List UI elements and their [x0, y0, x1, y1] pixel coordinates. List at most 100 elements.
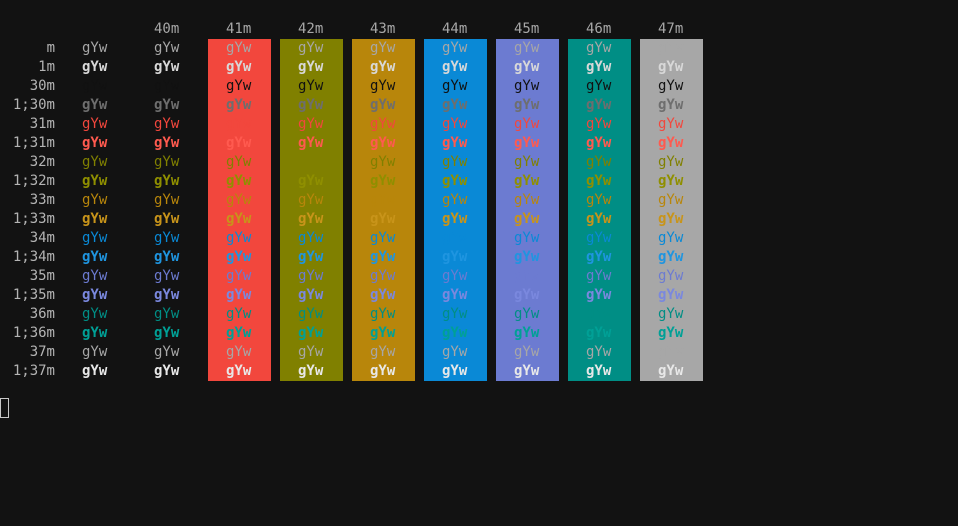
- sample-text-35m-44m: gYw: [442, 268, 468, 284]
- sample-text-34m-44m: gYw: [442, 230, 468, 246]
- sample-text-34m-40m: gYw: [154, 230, 180, 246]
- sample-text-1-31m-40m: gYw: [154, 135, 180, 151]
- sample-text-34m-43m: gYw: [370, 230, 396, 246]
- sample-text-1-32m-41m: gYw: [226, 173, 252, 189]
- sample-text-1-34m-default: gYw: [82, 249, 108, 265]
- sample-text-33m-43m: gYw: [370, 192, 396, 208]
- sample-text-1-30m-default: gYw: [82, 97, 108, 113]
- sample-text-35m-43m: gYw: [370, 268, 396, 284]
- sample-text-32m-40m: gYw: [154, 154, 180, 170]
- sample-text-33m-42m: gYw: [298, 192, 324, 208]
- row-label-36m: 36m: [29, 306, 55, 322]
- sample-text-1-36m-46m: gYw: [586, 325, 612, 341]
- sample-text-1-33m-43m: gYw: [370, 211, 396, 227]
- sample-text-1-34m-44m: gYw: [442, 249, 468, 265]
- sample-text-1-31m-45m: gYw: [514, 135, 540, 151]
- sample-text-1-30m-40m: gYw: [154, 97, 180, 113]
- sample-text-m-42m: gYw: [298, 40, 324, 56]
- sample-text-1-30m-47m: gYw: [658, 97, 684, 113]
- sample-text-1-34m-43m: gYw: [370, 249, 396, 265]
- sample-text-1-32m-42m: gYw: [298, 173, 324, 189]
- sample-text-31m-47m: gYw: [658, 116, 684, 132]
- sample-text-37m-44m: gYw: [442, 344, 468, 360]
- sample-text-1-37m-default: gYw: [82, 363, 108, 379]
- sample-text-34m-default: gYw: [82, 230, 108, 246]
- row-label-30m: 30m: [29, 78, 55, 94]
- sample-text-33m-47m: gYw: [658, 192, 684, 208]
- sample-text-33m-44m: gYw: [442, 192, 468, 208]
- sample-text-1-36m-default: gYw: [82, 325, 108, 341]
- sample-text-1-37m-47m: gYw: [658, 363, 684, 379]
- sample-text-32m-42m: gYw: [298, 154, 324, 170]
- sample-text-1-31m-46m: gYw: [586, 135, 612, 151]
- sample-text-30m-46m: gYw: [586, 78, 612, 94]
- sample-text-1-35m-46m: gYw: [586, 287, 612, 303]
- terminal-window[interactable]: 40m 41m 42m 43m 44m 45m 46m 47m m gYw gYw gYw gYw gYw…: [0, 0, 958, 526]
- sample-text-1-35m-45m: gYw: [514, 287, 540, 303]
- column-header-44m: 44m: [442, 21, 468, 37]
- sample-text-1-32m-47m: gYw: [658, 173, 684, 189]
- sample-text-1m-45m: gYw: [514, 59, 540, 75]
- sample-text-1-37m-41m: gYw: [226, 363, 252, 379]
- sample-text-32m-44m: gYw: [442, 154, 468, 170]
- sample-text-1-36m-47m: gYw: [658, 325, 684, 341]
- sample-text-33m-default: gYw: [82, 192, 108, 208]
- row-label-32m: 32m: [29, 154, 55, 170]
- row-label-1-36m: 1;36m: [12, 325, 55, 341]
- sample-text-1-32m-46m: gYw: [586, 173, 612, 189]
- sample-text-32m-47m: gYw: [658, 154, 684, 170]
- sample-text-1-31m-41m: gYw: [226, 135, 252, 151]
- sample-text-1-33m-46m: gYw: [586, 211, 612, 227]
- sample-text-37m-40m: gYw: [154, 344, 180, 360]
- sample-text-34m-46m: gYw: [586, 230, 612, 246]
- sample-text-1-35m-default: gYw: [82, 287, 108, 303]
- sample-text-35m-42m: gYw: [298, 268, 324, 284]
- sample-text-1-32m-45m: gYw: [514, 173, 540, 189]
- row-label-33m: 33m: [29, 192, 55, 208]
- sample-text-31m-default: gYw: [82, 116, 108, 132]
- sample-text-m-default: gYw: [82, 40, 108, 56]
- sample-text-30m-45m: gYw: [514, 78, 540, 94]
- sample-text-1-35m-40m: gYw: [154, 287, 180, 303]
- sample-text-35m-41m: gYw: [226, 268, 252, 284]
- sample-text-37m-default: gYw: [82, 344, 108, 360]
- sample-text-1-31m-42m: gYw: [298, 135, 324, 151]
- sample-text-m-47m: gYw: [658, 40, 684, 56]
- sample-text-1-31m-47m: gYw: [658, 135, 684, 151]
- sample-text-1-37m-45m: gYw: [514, 363, 540, 379]
- sample-text-1-33m-47m: gYw: [658, 211, 684, 227]
- sample-text-1-33m-40m: gYw: [154, 211, 180, 227]
- row-label-1m: 1m: [38, 59, 55, 75]
- sample-text-30m-40m: gYw: [154, 78, 180, 94]
- sample-text-1m-44m: gYw: [442, 59, 468, 75]
- sample-text-36m-43m: gYw: [370, 306, 396, 322]
- column-header-40m: 40m: [154, 21, 180, 37]
- sample-text-1-32m-default: gYw: [82, 173, 108, 189]
- sample-text-1-36m-45m: gYw: [514, 325, 540, 341]
- column-header-41m: 41m: [226, 21, 252, 37]
- sample-text-1-31m-43m: gYw: [370, 135, 396, 151]
- sample-text-m-40m: gYw: [154, 40, 180, 56]
- sample-text-33m-46m: gYw: [586, 192, 612, 208]
- sample-text-35m-45m: gYw: [514, 268, 540, 284]
- sample-text-37m-43m: gYw: [370, 344, 396, 360]
- row-label-31m: 31m: [29, 116, 55, 132]
- sample-text-36m-41m: gYw: [226, 306, 252, 322]
- sample-text-1-32m-40m: gYw: [154, 173, 180, 189]
- sample-text-1-37m-46m: gYw: [586, 363, 612, 379]
- sample-text-1-33m-44m: gYw: [442, 211, 468, 227]
- sample-text-1-30m-45m: gYw: [514, 97, 540, 113]
- sample-text-32m-46m: gYw: [586, 154, 612, 170]
- column-header-43m: 43m: [370, 21, 396, 37]
- sample-text-1-33m-45m: gYw: [514, 211, 540, 227]
- sample-text-1-34m-46m: gYw: [586, 249, 612, 265]
- sample-text-32m-default: gYw: [82, 154, 108, 170]
- sample-text-35m-47m: gYw: [658, 268, 684, 284]
- block-cursor-icon: [0, 398, 9, 418]
- sample-text-32m-43m: gYw: [370, 154, 396, 170]
- sample-text-31m-46m: gYw: [586, 116, 612, 132]
- sample-text-34m-42m: gYw: [298, 230, 324, 246]
- column-header-42m: 42m: [298, 21, 324, 37]
- sample-text-1m-default: gYw: [82, 59, 108, 75]
- sample-text-1-34m-41m: gYw: [226, 249, 252, 265]
